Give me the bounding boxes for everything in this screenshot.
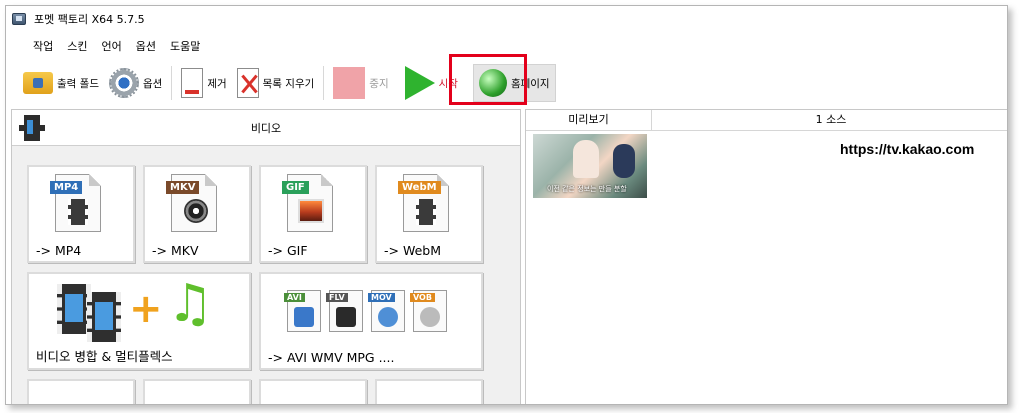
film-strip-icon <box>87 292 121 342</box>
tile-partial[interactable] <box>375 379 483 404</box>
tile-to-webm[interactable]: WebM -> WebM <box>375 165 483 263</box>
start-highlight-box <box>449 54 527 105</box>
film-strip-icon <box>68 199 88 225</box>
options-label: 옵션 <box>142 77 163 90</box>
vob-file-icon: VOB <box>410 290 447 332</box>
mov-file-icon: MOV <box>368 290 405 332</box>
menu-skin[interactable]: 스킨 <box>60 38 94 54</box>
menu-options[interactable]: 옵션 <box>129 38 163 54</box>
avi-file-icon: AVI <box>284 290 321 332</box>
flv-file-icon: FLV <box>326 290 363 332</box>
tile-label: -> WebM <box>384 243 441 258</box>
gif-tag: GIF <box>282 181 309 194</box>
music-note-icon: ♫ <box>167 274 214 334</box>
category-header-video[interactable]: 비디오 <box>12 110 520 146</box>
app-icon <box>12 13 26 25</box>
mkv-file-icon: MKV <box>166 174 217 232</box>
clear-list-button[interactable]: 목록 지우기 <box>232 64 320 102</box>
remove-label: 제거 <box>207 77 227 90</box>
plus-icon: + <box>129 286 163 332</box>
avi-tag: AVI <box>284 293 305 302</box>
column-preview[interactable]: 미리보기 <box>526 110 652 131</box>
video-thumbnail: 이전 같은 정보는 만들 분할 <box>533 134 647 198</box>
source-url: https://tv.kakao.com <box>840 141 975 157</box>
gif-file-icon: GIF <box>282 174 333 232</box>
output-folder-button[interactable]: 출력 폴드 <box>18 64 104 102</box>
mp4-file-icon: MP4 <box>50 174 101 232</box>
menu-help[interactable]: 도움말 <box>163 38 207 54</box>
menu-bar: 작업 스킨 언어 옵션 도움말 <box>6 36 207 56</box>
webm-file-icon: WebM <box>398 174 449 232</box>
remove-doc-icon <box>181 68 204 98</box>
stop-label: 중지 <box>369 77 389 90</box>
tile-to-gif[interactable]: GIF -> GIF <box>259 165 367 263</box>
mov-tag: MOV <box>368 293 395 302</box>
play-icon <box>404 66 435 100</box>
column-source[interactable]: 1 소스 <box>652 110 1007 131</box>
remove-button[interactable]: 제거 <box>176 64 231 102</box>
output-folder-label: 출력 폴드 <box>57 77 99 90</box>
disc-icon <box>184 199 208 223</box>
mp4-tag: MP4 <box>50 181 83 194</box>
film-strip-icon <box>57 284 91 334</box>
window-title: 포멧 팩토리 X64 5.7.5 <box>34 13 145 26</box>
vob-tag: VOB <box>410 293 435 302</box>
tile-label: 비디오 병합 & 멀티플렉스 <box>36 349 173 364</box>
category-title: 비디오 <box>250 121 282 135</box>
toolbar-divider <box>171 66 173 100</box>
tile-to-mkv[interactable]: MKV -> MKV <box>143 165 251 263</box>
gear-icon <box>108 68 139 98</box>
folder-icon <box>23 72 53 94</box>
mkv-tag: MKV <box>166 181 200 194</box>
tile-partial[interactable] <box>27 379 135 404</box>
stop-icon <box>333 67 366 99</box>
app-window: 포멧 팩토리 X64 5.7.5 작업 스킨 언어 옵션 도움말 출력 폴드 옵… <box>5 5 1008 405</box>
film-strip-icon <box>416 199 436 225</box>
tile-label: -> AVI WMV MPG .... <box>268 350 395 365</box>
thumbnail-caption: 이전 같은 정보는 만들 분할 <box>547 185 627 193</box>
toolbar-divider <box>323 66 325 100</box>
clear-list-icon <box>236 68 259 98</box>
flv-tag: FLV <box>326 293 348 302</box>
clear-list-label: 목록 지우기 <box>262 77 315 90</box>
tile-partial[interactable] <box>143 379 251 404</box>
webm-tag: WebM <box>398 181 441 194</box>
tile-label: -> MKV <box>152 243 199 258</box>
clapper-icon <box>336 307 356 327</box>
menu-language[interactable]: 언어 <box>95 38 129 54</box>
tile-partial[interactable] <box>259 379 367 404</box>
reel-icon <box>420 307 440 327</box>
film-icon <box>19 115 45 141</box>
tile-video-merge[interactable]: + ♫ 비디오 병합 & 멀티플렉스 <box>27 272 251 370</box>
menu-task[interactable]: 작업 <box>26 38 60 54</box>
conversion-panel: 비디오 MP4 -> MP4 MKV -> MKV GIF -> GIF Web… <box>11 109 521 404</box>
picture-icon <box>298 199 324 223</box>
stop-button[interactable]: 중지 <box>328 64 393 102</box>
quicktime-icon <box>378 307 398 327</box>
task-list: 미리보기 1 소스 이전 같은 정보는 만들 분할 https://tv.kak… <box>525 109 1007 404</box>
tile-to-avi-wmv-mpg[interactable]: AVI FLV MOV VOB -> AVI WMV MPG .... <box>259 272 483 370</box>
tile-label: -> MP4 <box>36 243 82 258</box>
video-icon <box>294 307 314 327</box>
tile-label: -> GIF <box>268 243 308 258</box>
tile-to-mp4[interactable]: MP4 -> MP4 <box>27 165 135 263</box>
options-button[interactable]: 옵션 <box>104 64 167 102</box>
title-bar: 포멧 팩토리 X64 5.7.5 <box>6 6 1007 32</box>
